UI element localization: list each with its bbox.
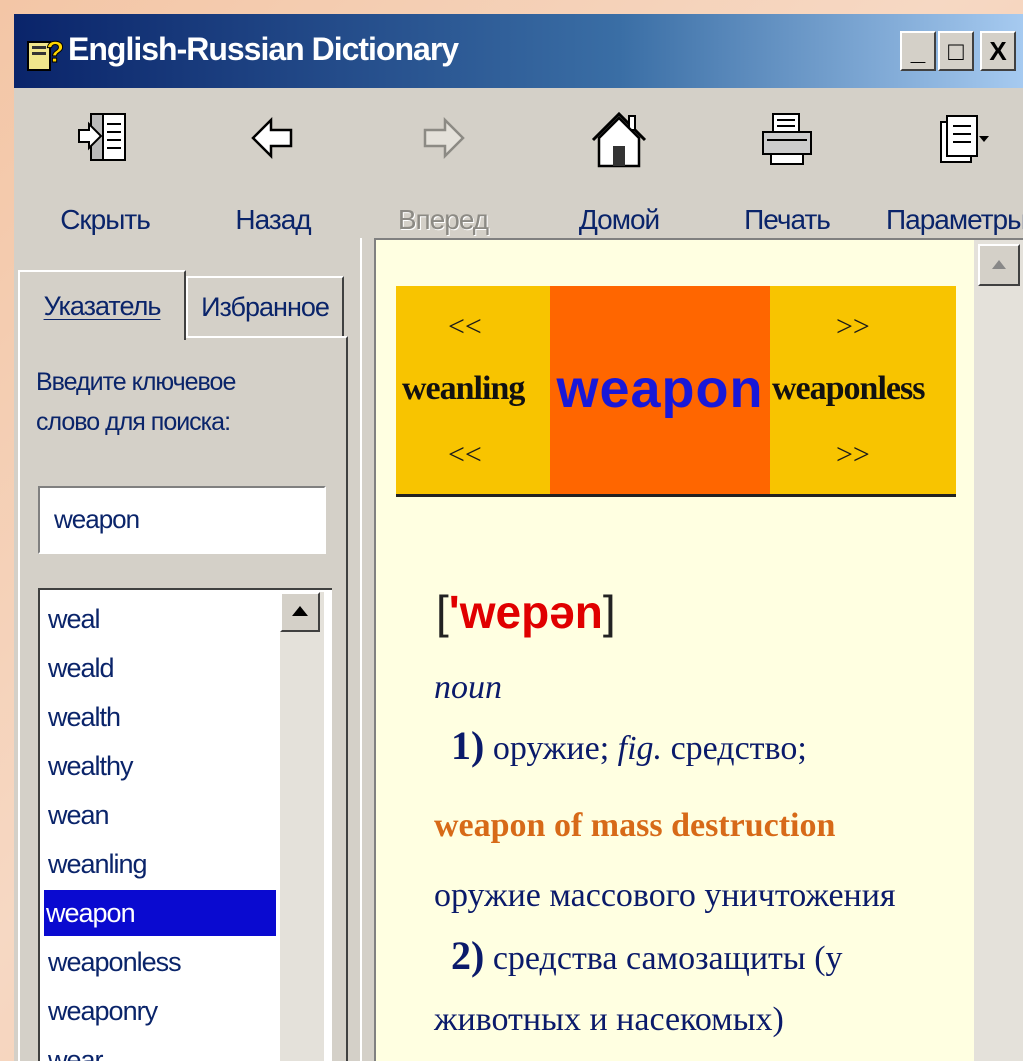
search-input[interactable]: weapon <box>38 486 326 554</box>
word-navigation-banner: << << >> >> weanling weapon weaponless <box>396 286 956 497</box>
sense-1: 1) оружие; fig. средство; <box>434 726 964 769</box>
prev-arrow-bottom[interactable]: << <box>448 438 482 472</box>
example-phrase[interactable]: weapon of mass destruction <box>434 806 964 846</box>
next-word-link[interactable]: weaponless <box>772 370 925 408</box>
article-scrollbar[interactable] <box>974 240 1023 1061</box>
search-prompt: Введите ключевое слово для поиска: <box>36 362 336 442</box>
forward-arrow-icon <box>423 116 465 160</box>
transcription-text: 'wepən <box>448 586 603 638</box>
sense-1-fig-label: fig. <box>617 730 663 767</box>
sense-1-text2: средство; <box>670 730 807 767</box>
list-item[interactable]: weal <box>46 596 276 642</box>
sense-2: 2) средства самозащиты (у <box>434 936 964 979</box>
tab-index[interactable]: Указатель <box>18 270 186 340</box>
list-item[interactable]: wean <box>46 792 276 838</box>
headword: weapon <box>556 359 764 419</box>
home-label: Домой <box>578 204 660 235</box>
options-icon <box>940 115 989 163</box>
hide-icon <box>78 113 126 161</box>
title-bar[interactable]: ? English-Russian Dictionary _ □ X <box>14 14 1023 88</box>
printer-icon <box>762 113 812 165</box>
tab-favorites[interactable]: Избранное <box>186 276 344 336</box>
article-scroll-up-button[interactable] <box>978 244 1020 286</box>
dictionary-window: ? English-Russian Dictionary _ □ X Скрыт… <box>14 14 1023 1061</box>
sense-1-text: оружие; <box>492 730 610 767</box>
triangle-up-icon <box>292 606 308 616</box>
options-label: Параметры <box>886 204 1023 235</box>
article-pane: << << >> >> weanling weapon weaponless [… <box>374 238 1023 1061</box>
prev-arrow-top[interactable]: << <box>448 310 482 344</box>
list-scrollbar[interactable] <box>280 592 324 1061</box>
prev-word-link[interactable]: weanling <box>402 370 525 408</box>
search-prompt-line1: Введите ключевое <box>36 368 236 396</box>
part-of-speech: noun <box>434 669 502 706</box>
forward-label: Вперед <box>397 204 489 235</box>
scroll-up-button[interactable] <box>280 592 320 632</box>
navigation-pane: Указатель Избранное Введите ключевое сло… <box>14 238 360 1061</box>
list-item[interactable]: weald <box>46 645 276 691</box>
close-button[interactable]: X <box>980 31 1016 71</box>
list-item[interactable]: wear <box>46 1037 276 1061</box>
window-title: English-Russian Dictionary <box>68 31 459 67</box>
next-arrow-bottom[interactable]: >> <box>836 438 870 472</box>
transcription-bracket-close: ] <box>602 586 616 638</box>
tab-favorites-label: Избранное <box>201 291 330 322</box>
toolbar: Скрыть Назад Вперед Домой Печать Парамет… <box>14 88 1023 238</box>
back-label: Назад <box>235 204 311 235</box>
sense-1-number: 1) <box>451 723 485 768</box>
sense-2-number: 2) <box>451 933 485 978</box>
list-item[interactable]: weaponless <box>46 939 276 985</box>
transcription: ['wepən] <box>436 585 616 639</box>
triangle-up-icon <box>992 260 1006 269</box>
keyword-list[interactable]: weal weald wealth wealthy wean weanling weapon… <box>38 588 332 1061</box>
home-icon <box>591 111 647 168</box>
transcription-bracket-open: [ <box>436 586 449 638</box>
svg-text:?: ? <box>46 36 64 69</box>
back-arrow-icon <box>251 116 293 160</box>
search-prompt-line2: слово для поиска: <box>36 408 231 436</box>
sense-2-continuation: животных и насекомых) <box>434 1001 784 1038</box>
close-glyph: X <box>989 35 1007 66</box>
sense-2-text-line1: средства самозащиты (у <box>492 940 843 977</box>
tab-index-label: Указатель <box>43 290 162 321</box>
list-item[interactable]: weapon <box>44 890 276 936</box>
options-button[interactable]: Параметры <box>886 108 1023 238</box>
forward-button[interactable]: Вперед <box>368 108 518 238</box>
home-button[interactable]: Домой <box>544 108 694 238</box>
minimize-button[interactable]: _ <box>900 31 936 71</box>
example-phrase-translation: оружие массового уничтожения <box>434 877 896 914</box>
list-item[interactable]: wealth <box>46 694 276 740</box>
list-item[interactable]: weaponry <box>46 988 276 1034</box>
maximize-glyph: □ <box>948 35 964 66</box>
back-button[interactable]: Назад <box>198 108 348 238</box>
maximize-button[interactable]: □ <box>938 31 974 71</box>
print-button[interactable]: Печать <box>712 108 862 238</box>
hide-label: Скрыть <box>60 204 151 235</box>
help-book-icon: ? <box>27 36 65 71</box>
minimize-glyph: _ <box>910 35 926 66</box>
list-item[interactable]: weanling <box>46 841 276 887</box>
print-label: Печать <box>744 204 831 235</box>
hide-button[interactable]: Скрыть <box>30 108 180 238</box>
next-arrow-top[interactable]: >> <box>836 310 870 344</box>
list-item[interactable]: wealthy <box>46 743 276 789</box>
pane-splitter[interactable] <box>360 238 374 1061</box>
